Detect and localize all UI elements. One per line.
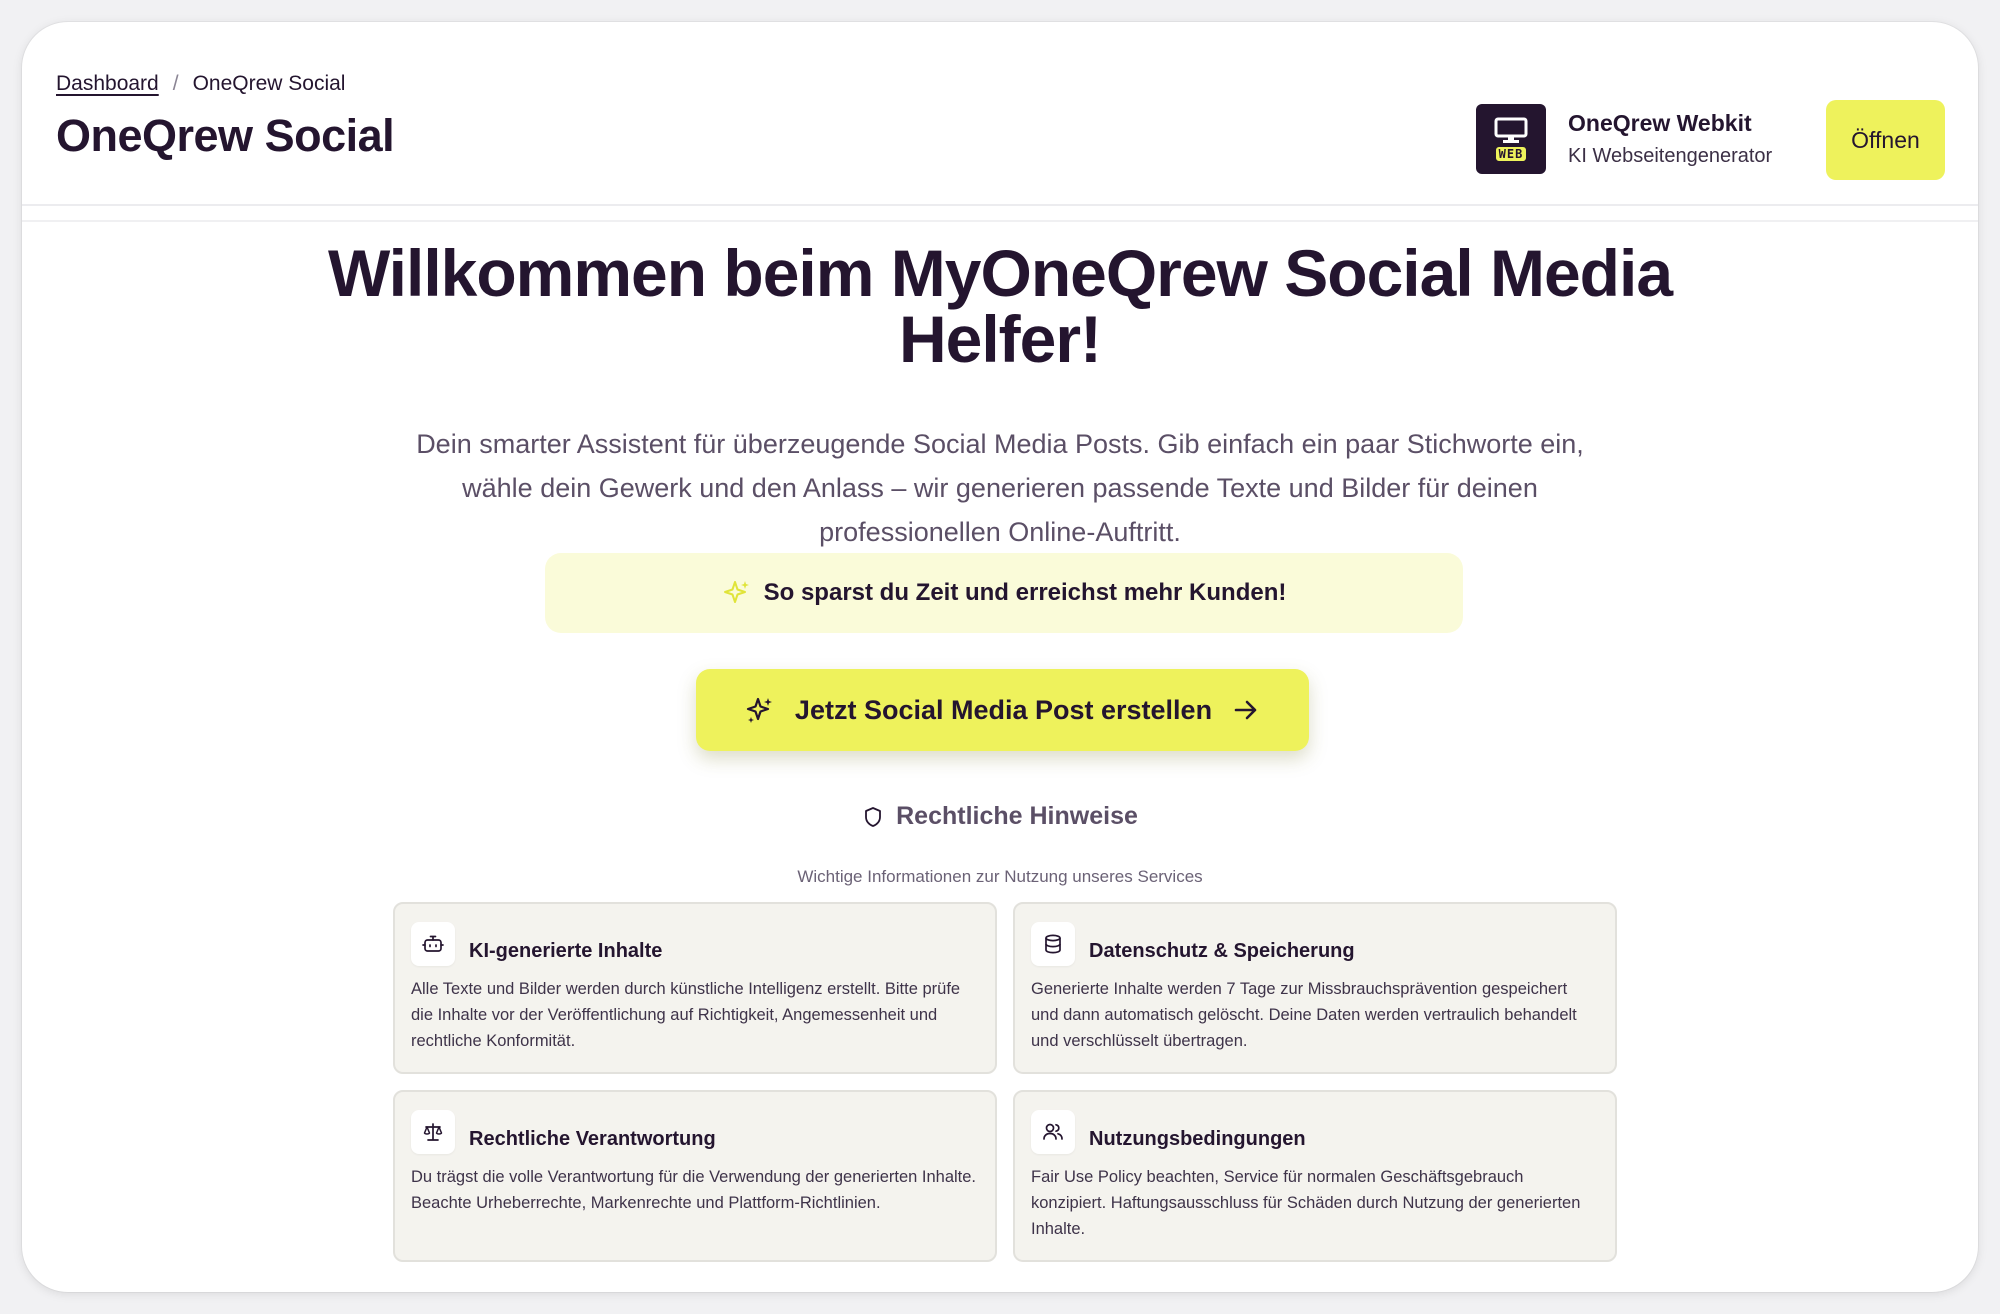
- tip-banner: So sparst du Zeit und erreichst mehr Kun…: [545, 553, 1463, 633]
- sparkles-icon: [746, 697, 772, 723]
- card-header: KI-generierte Inhalte: [411, 922, 979, 966]
- header-divider: [22, 220, 1978, 222]
- legal-card-terms: Nutzungsbedingungen Fair Use Policy beac…: [1013, 1090, 1617, 1262]
- app-window: Dashboard / OneQrew Social OneQrew Socia…: [22, 22, 1978, 1292]
- webkit-promo-text: OneQrew Webkit KI Webseitengenerator: [1568, 110, 1772, 168]
- sparkles-icon: [723, 581, 749, 603]
- webkit-promo: WEB OneQrew Webkit KI Webseitengenerator: [1476, 104, 1772, 174]
- legal-card-ai-content: KI-generierte Inhalte Alle Texte und Bil…: [393, 902, 997, 1074]
- page-title: OneQrew Social: [56, 110, 395, 161]
- card-header: Nutzungsbedingungen: [1031, 1110, 1599, 1154]
- breadcrumb: Dashboard / OneQrew Social: [56, 72, 345, 96]
- card-text: Alle Texte und Bilder werden durch künst…: [411, 980, 961, 1050]
- breadcrumb-dashboard-link[interactable]: Dashboard: [56, 72, 159, 96]
- create-post-button[interactable]: Jetzt Social Media Post erstellen: [696, 669, 1309, 751]
- legal-card-privacy: Datenschutz & Speicherung Generierte Inh…: [1013, 902, 1617, 1074]
- card-text: Generierte Inhalte werden 7 Tage zur Mis…: [1031, 980, 1577, 1050]
- webkit-logo-tag: WEB: [1495, 147, 1527, 161]
- create-post-label: Jetzt Social Media Post erstellen: [794, 694, 1213, 725]
- breadcrumb-separator: /: [172, 72, 179, 95]
- breadcrumb-current: OneQrew Social: [192, 72, 346, 95]
- open-webkit-button[interactable]: Öffnen: [1826, 100, 1945, 180]
- webkit-description: KI Webseitengenerator: [1568, 145, 1773, 167]
- legal-title: Rechtliche Hinweise: [896, 802, 1138, 830]
- card-text: Fair Use Policy beachten, Service für no…: [1031, 1168, 1581, 1238]
- card-title: Rechtliche Verantwortung: [469, 1127, 716, 1150]
- legal-subtitle: Wichtige Informationen zur Nutzung unser…: [797, 867, 1203, 886]
- legal-cards: KI-generierte Inhalte Alle Texte und Bil…: [393, 902, 1617, 1262]
- card-title: Nutzungsbedingungen: [1089, 1127, 1306, 1150]
- hero-description: Dein smarter Assistent für überzeugende …: [416, 429, 1584, 547]
- card-header: Datenschutz & Speicherung: [1031, 922, 1599, 966]
- shield-icon: [865, 806, 882, 827]
- webkit-logo: WEB: [1476, 104, 1546, 174]
- card-title: Datenschutz & Speicherung: [1089, 939, 1355, 962]
- legal-heading: Rechtliche Hinweise: [22, 802, 1978, 831]
- scale-icon: [411, 1110, 455, 1154]
- page-header: Dashboard / OneQrew Social OneQrew Socia…: [22, 22, 1978, 206]
- tip-text: So sparst du Zeit und erreichst mehr Kun…: [763, 579, 1287, 606]
- monitor-icon: [1494, 117, 1528, 143]
- arrow-right-icon: [1234, 700, 1257, 720]
- webkit-name: OneQrew Webkit: [1568, 110, 1752, 136]
- card-text: Du trägst die volle Verantwortung für di…: [411, 1168, 977, 1212]
- legal-card-responsibility: Rechtliche Verantwortung Du trägst die v…: [393, 1090, 997, 1262]
- users-icon: [1031, 1110, 1075, 1154]
- bot-icon: [411, 922, 455, 966]
- card-title: KI-generierte Inhalte: [469, 939, 663, 962]
- hero-title: Willkommen beim MyOneQrew Social Media H…: [327, 236, 1673, 376]
- card-header: Rechtliche Verantwortung: [411, 1110, 979, 1154]
- database-icon: [1031, 922, 1075, 966]
